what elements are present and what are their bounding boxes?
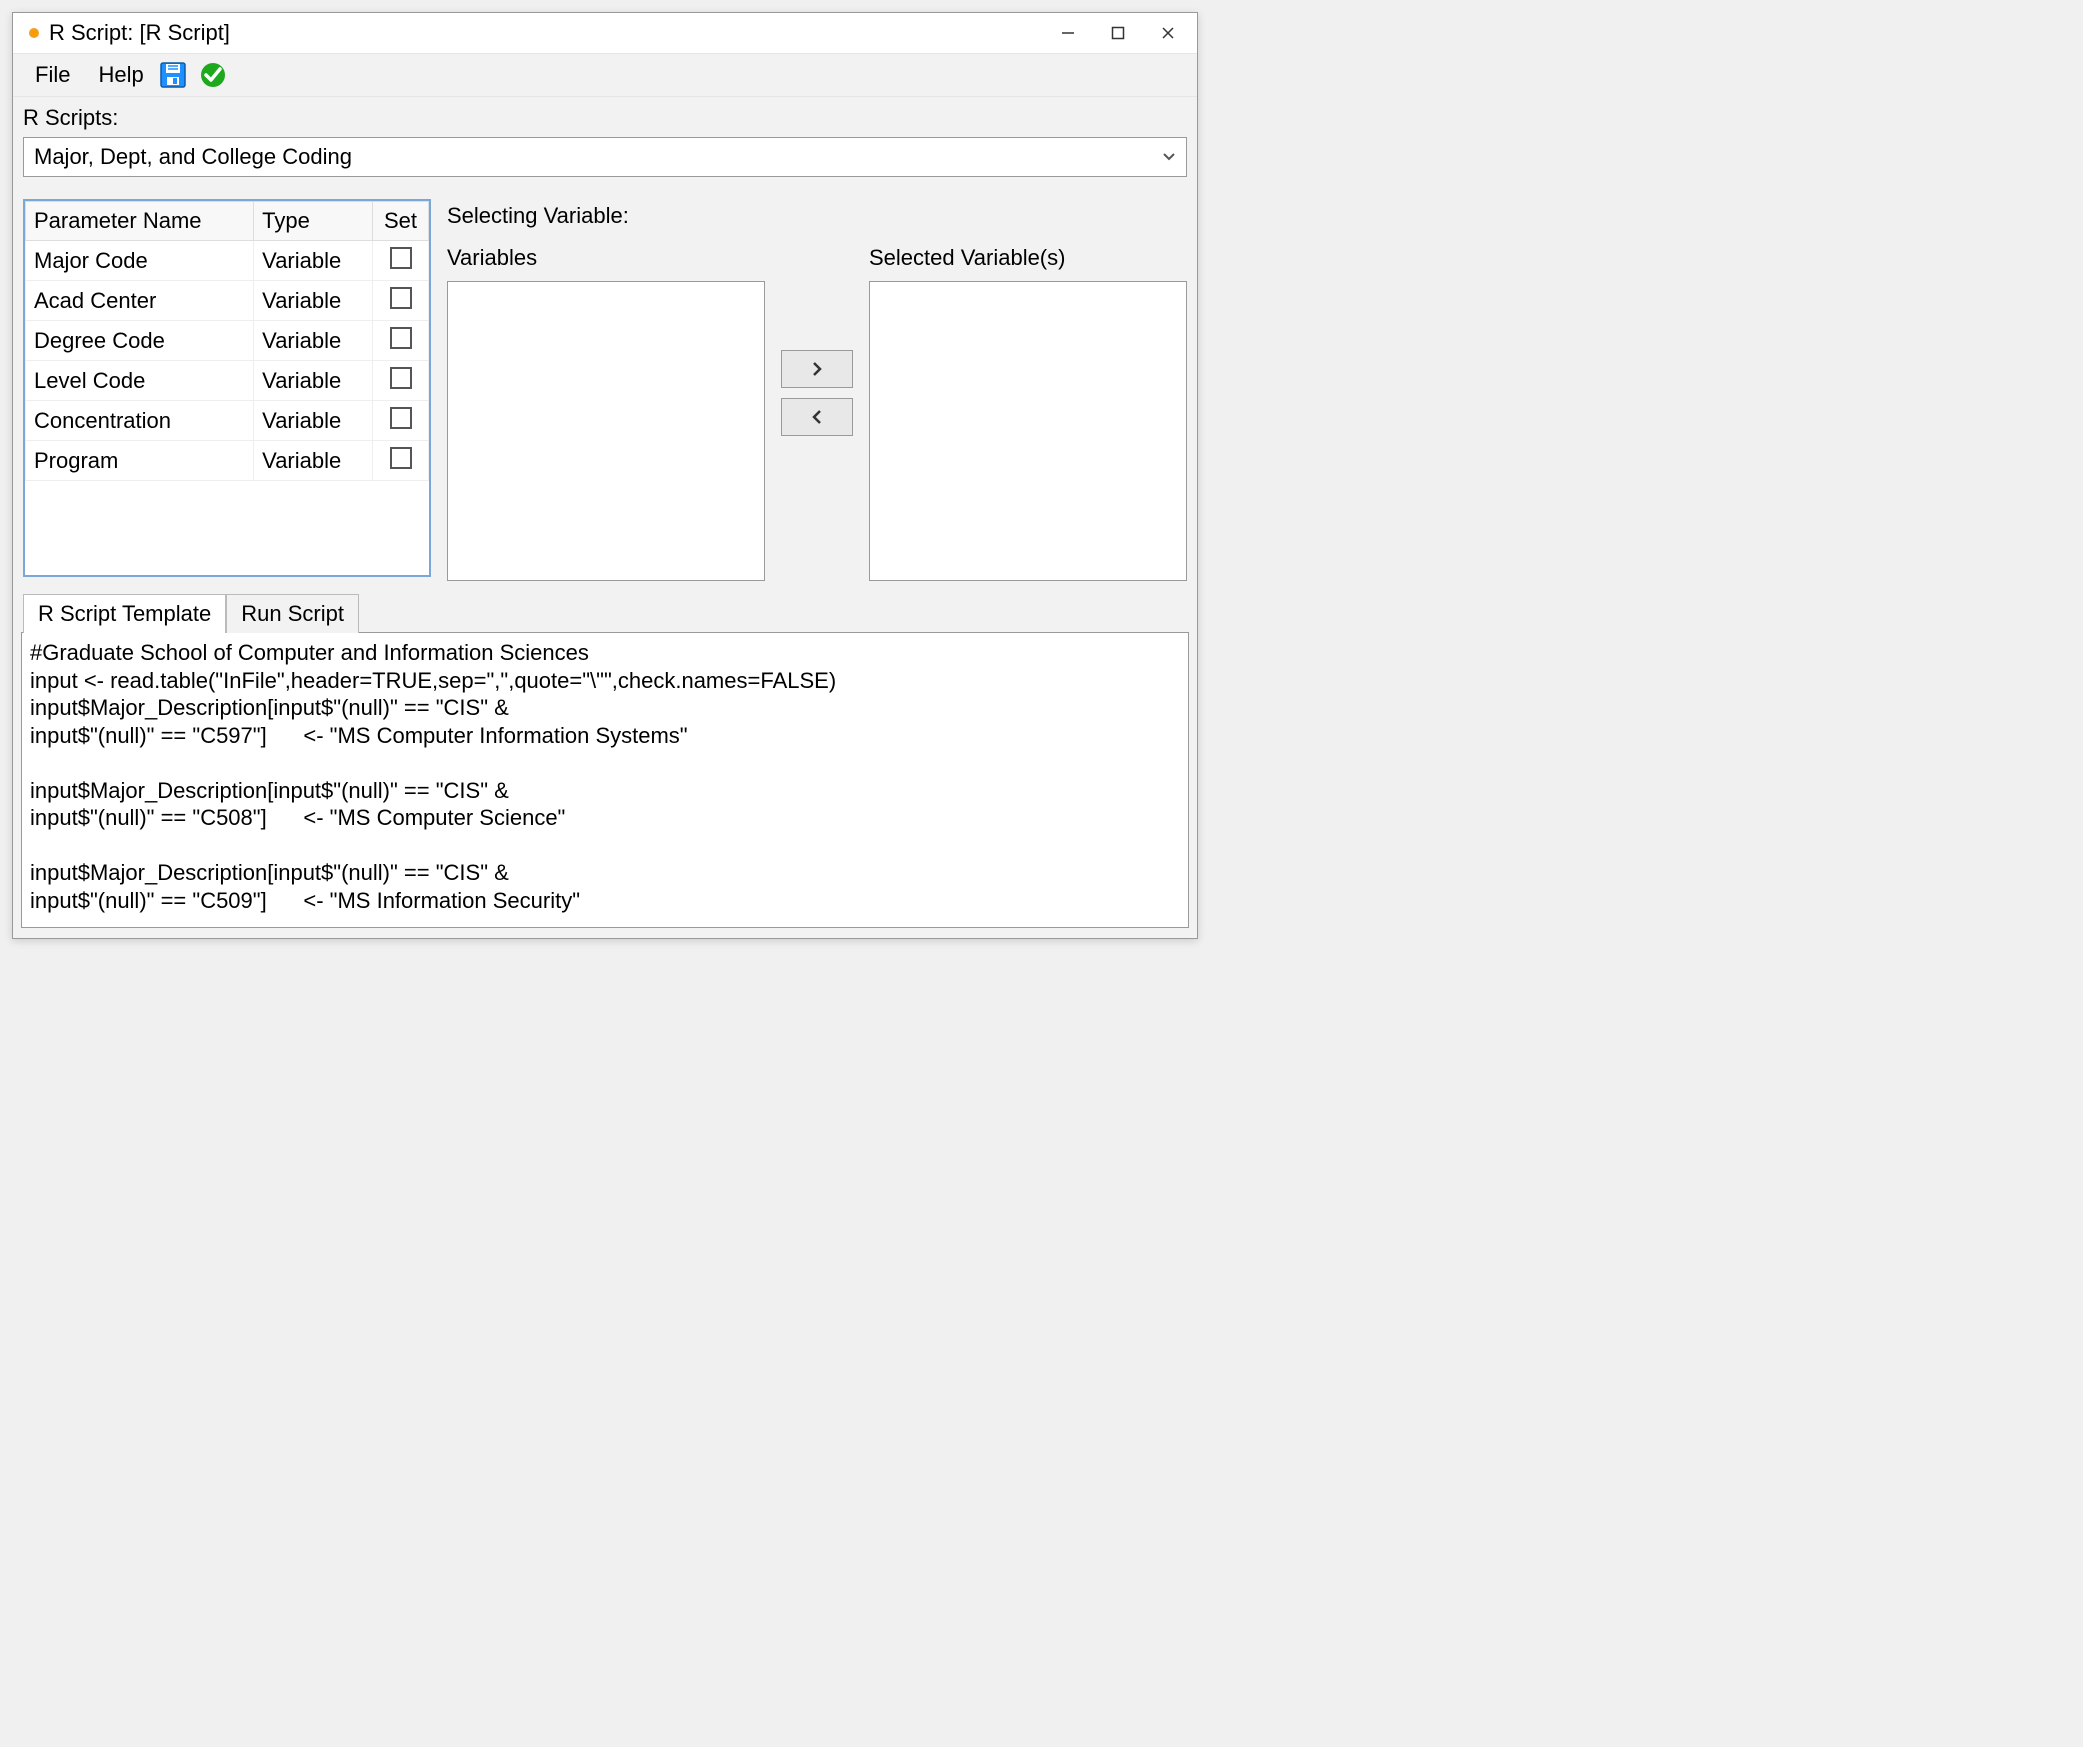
table-row[interactable]: Level Code Variable [26, 361, 429, 401]
window: R Script: [R Script] File Help [12, 12, 1198, 939]
param-type-cell: Variable [254, 401, 373, 441]
chevron-down-icon [1158, 152, 1180, 162]
chevron-left-icon [811, 409, 823, 425]
script-tabs: R Script Template Run Script [13, 581, 1197, 632]
param-name-cell: Acad Center [26, 281, 254, 321]
set-checkbox[interactable] [390, 407, 412, 429]
remove-variable-button[interactable] [781, 398, 853, 436]
maximize-icon [1111, 26, 1125, 40]
app-icon [29, 28, 39, 38]
close-button[interactable] [1143, 15, 1193, 51]
table-row[interactable]: Major Code Variable [26, 241, 429, 281]
save-icon [159, 61, 187, 89]
table-row[interactable]: Concentration Variable [26, 401, 429, 441]
param-type-cell: Variable [254, 321, 373, 361]
param-name-cell: Concentration [26, 401, 254, 441]
add-variable-button[interactable] [781, 350, 853, 388]
menubar: File Help [13, 53, 1197, 97]
script-code-editor[interactable]: #Graduate School of Computer and Informa… [21, 632, 1189, 928]
menu-help[interactable]: Help [84, 58, 157, 92]
scripts-selected: Major, Dept, and College Coding [34, 144, 1158, 170]
scripts-dropdown[interactable]: Major, Dept, and College Coding [23, 137, 1187, 177]
variable-selector: Selecting Variable: Variables Selected V… [447, 199, 1187, 581]
close-icon [1161, 26, 1175, 40]
ok-button[interactable] [198, 60, 228, 90]
scripts-section: R Scripts: Major, Dept, and College Codi… [13, 97, 1197, 187]
table-row[interactable]: Program Variable [26, 441, 429, 481]
minimize-icon [1061, 26, 1075, 40]
tab-r-script-template[interactable]: R Script Template [23, 594, 226, 633]
param-name-cell: Level Code [26, 361, 254, 401]
set-checkbox[interactable] [390, 367, 412, 389]
save-button[interactable] [158, 60, 188, 90]
minimize-button[interactable] [1043, 15, 1093, 51]
param-name-cell: Program [26, 441, 254, 481]
table-row[interactable]: Acad Center Variable [26, 281, 429, 321]
col-set[interactable]: Set [373, 202, 429, 241]
selected-variables-label: Selected Variable(s) [869, 245, 1187, 281]
param-type-cell: Variable [254, 241, 373, 281]
param-type-cell: Variable [254, 281, 373, 321]
middle-panel: Parameter Name Type Set Major Code Varia… [13, 187, 1197, 581]
maximize-button[interactable] [1093, 15, 1143, 51]
titlebar: R Script: [R Script] [13, 13, 1197, 53]
parameter-table-pane: Parameter Name Type Set Major Code Varia… [23, 199, 431, 577]
param-name-cell: Major Code [26, 241, 254, 281]
set-checkbox[interactable] [390, 287, 412, 309]
selected-variables-listbox[interactable] [869, 281, 1187, 581]
set-checkbox[interactable] [390, 447, 412, 469]
window-title: R Script: [R Script] [49, 20, 230, 46]
menu-file[interactable]: File [21, 58, 84, 92]
table-row[interactable]: Degree Code Variable [26, 321, 429, 361]
param-type-cell: Variable [254, 441, 373, 481]
selecting-variable-label: Selecting Variable: [447, 199, 1187, 245]
checkmark-circle-icon [199, 61, 227, 89]
scripts-label: R Scripts: [23, 103, 1187, 137]
variables-listbox[interactable] [447, 281, 765, 581]
tab-run-script[interactable]: Run Script [226, 594, 359, 633]
parameter-table: Parameter Name Type Set Major Code Varia… [25, 201, 429, 481]
param-name-cell: Degree Code [26, 321, 254, 361]
set-checkbox[interactable] [390, 327, 412, 349]
param-type-cell: Variable [254, 361, 373, 401]
col-type[interactable]: Type [254, 202, 373, 241]
variables-label: Variables [447, 245, 765, 281]
col-parameter-name[interactable]: Parameter Name [26, 202, 254, 241]
set-checkbox[interactable] [390, 247, 412, 269]
chevron-right-icon [811, 361, 823, 377]
